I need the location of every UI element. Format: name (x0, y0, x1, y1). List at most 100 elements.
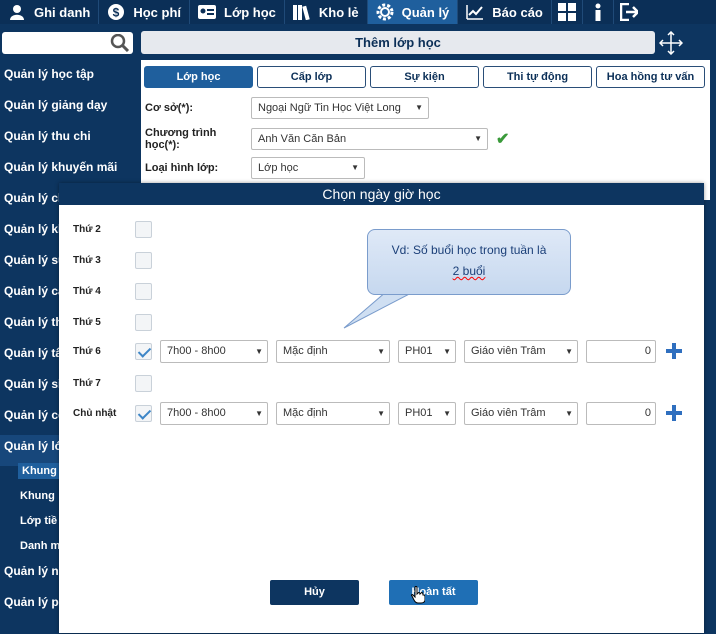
day-row-thu-3: Thứ 3 (73, 248, 152, 272)
panel-title: Thêm lớp học (141, 31, 655, 54)
grid-icon (557, 3, 576, 21)
co-so-label: Cơ sở(*): (145, 102, 194, 114)
callout-note: Vd: Số buổi học trong tuần là 2 buổi (367, 229, 571, 295)
count-input[interactable]: 0 (586, 339, 656, 363)
day-checkbox[interactable] (135, 313, 152, 331)
caret-down-icon: ▼ (351, 163, 359, 172)
day-checkbox[interactable] (135, 282, 152, 300)
logout-button[interactable] (614, 0, 644, 24)
loai-hinh-select[interactable]: Lớp học ▼ (251, 157, 365, 179)
tab-bar: Lớp học Cấp lớp Sự kiện Thi tự động Hoa … (144, 66, 709, 88)
grid-menu-button[interactable] (552, 0, 583, 24)
nav-lop-hoc[interactable]: Lớp học (190, 0, 285, 24)
hand-cursor-icon (411, 586, 425, 604)
done-button[interactable]: Hoàn tất (389, 580, 478, 605)
mode-value: Mặc định (283, 344, 328, 357)
mode-select[interactable]: Mặc định ▼ (276, 401, 390, 425)
day-row-thu-7: Thứ 7 (73, 371, 152, 395)
nav-ghi-danh-label: Ghi danh (34, 4, 91, 20)
schedule-modal: Chọn ngày giờ học Thứ 2 Thứ 3 Thứ 4 Thứ … (59, 183, 704, 633)
books-icon (292, 3, 311, 21)
day-checkbox[interactable] (135, 220, 152, 238)
day-label: Thứ 3 (73, 254, 101, 266)
sidebar-search-input[interactable] (6, 33, 106, 53)
day-checkbox[interactable] (135, 374, 152, 392)
room-select[interactable]: PH01 ▼ (398, 339, 456, 363)
caret-down-icon: ▼ (443, 408, 451, 418)
nav-quan-ly-label: Quản lý (401, 4, 450, 20)
day-row-chu-nhat: Chủ nhật 7h00 - 8h00 ▼ Mặc định ▼ PH01 ▼ Gi… (73, 401, 682, 425)
loai-hinh-value: Lớp học (258, 162, 299, 174)
caret-down-icon: ▼ (474, 134, 482, 143)
time-select[interactable]: 7h00 - 8h00 ▼ (160, 401, 268, 425)
form-row-loai-hinh: Loại hình lớp: Lớp học ▼ (145, 157, 365, 179)
main-form: Lớp học Cấp lớp Sự kiện Thi tự động Hoa … (141, 60, 710, 200)
chuong-trinh-select[interactable]: Anh Văn Căn Bản ▼ (251, 128, 488, 150)
cancel-button[interactable]: Hủy (270, 580, 359, 605)
day-label: Thứ 4 (73, 285, 101, 297)
chuong-trinh-value: Anh Văn Căn Bản (258, 133, 347, 145)
co-so-select[interactable]: Ngoại Ngữ Tin Học Việt Long ▼ (251, 97, 429, 119)
room-select[interactable]: PH01 ▼ (398, 401, 456, 425)
day-checkbox[interactable] (135, 251, 152, 269)
callout-line-2: 2 buổi (452, 264, 486, 278)
day-label: Thứ 5 (73, 316, 101, 328)
day-label: Thứ 2 (73, 223, 101, 235)
mode-select[interactable]: Mặc định ▼ (276, 339, 390, 363)
mode-value: Mặc định (283, 406, 328, 419)
day-checkbox-checked[interactable] (135, 404, 152, 422)
nav-ghi-danh[interactable]: Ghi danh (0, 0, 100, 24)
sidebar-subitem-label: Khung (18, 463, 61, 479)
sidebar-item[interactable]: Quản lý học tập (0, 63, 138, 94)
tab-cap-lop[interactable]: Cấp lớp (257, 66, 366, 88)
modal-title: Chọn ngày giờ học (59, 183, 704, 205)
nav-hoc-phi[interactable]: $ Học phí (99, 0, 191, 24)
room-value: PH01 (405, 406, 433, 419)
tab-thi-tu-dong[interactable]: Thi tự động (483, 66, 592, 88)
day-label: Thứ 7 (73, 377, 101, 389)
nav-quan-ly[interactable]: Quản lý (367, 0, 459, 24)
info-button[interactable] (583, 0, 614, 24)
teacher-select[interactable]: Giáo viên Trâm ▼ (464, 401, 578, 425)
id-card-icon (198, 3, 217, 21)
nav-lop-hoc-label: Lớp học (224, 4, 276, 20)
plus-icon[interactable] (666, 343, 682, 359)
teacher-value: Giáo viên Trâm (471, 406, 546, 419)
time-value: 7h00 - 8h00 (167, 344, 226, 357)
plus-icon[interactable] (666, 405, 682, 421)
tab-lop-hoc[interactable]: Lớp học (144, 66, 253, 88)
room-value: PH01 (405, 344, 433, 357)
day-label: Thứ 6 (73, 345, 101, 357)
nav-bao-cao[interactable]: Báo cáo (458, 0, 552, 24)
checkmark-icon: ✔ (496, 131, 510, 148)
nav-kho-le[interactable]: Kho lẻ (285, 0, 368, 24)
callout-pointer (343, 291, 416, 329)
count-input[interactable]: 0 (586, 401, 656, 425)
move-icon[interactable] (658, 30, 684, 58)
sidebar-item[interactable]: Quản lý thu chi (0, 125, 138, 156)
sidebar-item[interactable]: Quản lý giảng dạy (0, 94, 138, 125)
chuong-trinh-label: Chương trình học(*): (145, 127, 217, 151)
day-checkbox-checked[interactable] (135, 342, 152, 360)
tab-hoa-hong[interactable]: Hoa hồng tư vấn (596, 66, 705, 88)
svg-text:$: $ (113, 6, 120, 20)
caret-down-icon: ▼ (565, 346, 573, 356)
tab-su-kien[interactable]: Sự kiện (370, 66, 479, 88)
time-select[interactable]: 7h00 - 8h00 ▼ (160, 339, 268, 363)
teacher-select[interactable]: Giáo viên Trâm ▼ (464, 339, 578, 363)
nav-hoc-phi-label: Học phí (133, 4, 182, 20)
day-row-thu-5: Thứ 5 (73, 310, 152, 334)
form-row-co-so: Cơ sở(*): Ngoại Ngữ Tin Học Việt Long ▼ (145, 97, 429, 119)
caret-down-icon: ▼ (377, 408, 385, 418)
co-so-value: Ngoại Ngữ Tin Học Việt Long (258, 102, 401, 114)
day-row-thu-6: Thứ 6 7h00 - 8h00 ▼ Mặc định ▼ PH01 ▼ Giáo … (73, 339, 682, 363)
nav-kho-le-label: Kho lẻ (318, 4, 359, 20)
caret-down-icon: ▼ (565, 408, 573, 418)
search-icon[interactable] (110, 33, 130, 55)
sidebar-search (2, 32, 133, 54)
caret-down-icon: ▼ (377, 346, 385, 356)
nav-bao-cao-label: Báo cáo (492, 4, 543, 20)
logout-icon (619, 3, 638, 21)
caret-down-icon: ▼ (255, 346, 263, 356)
time-value: 7h00 - 8h00 (167, 406, 226, 419)
